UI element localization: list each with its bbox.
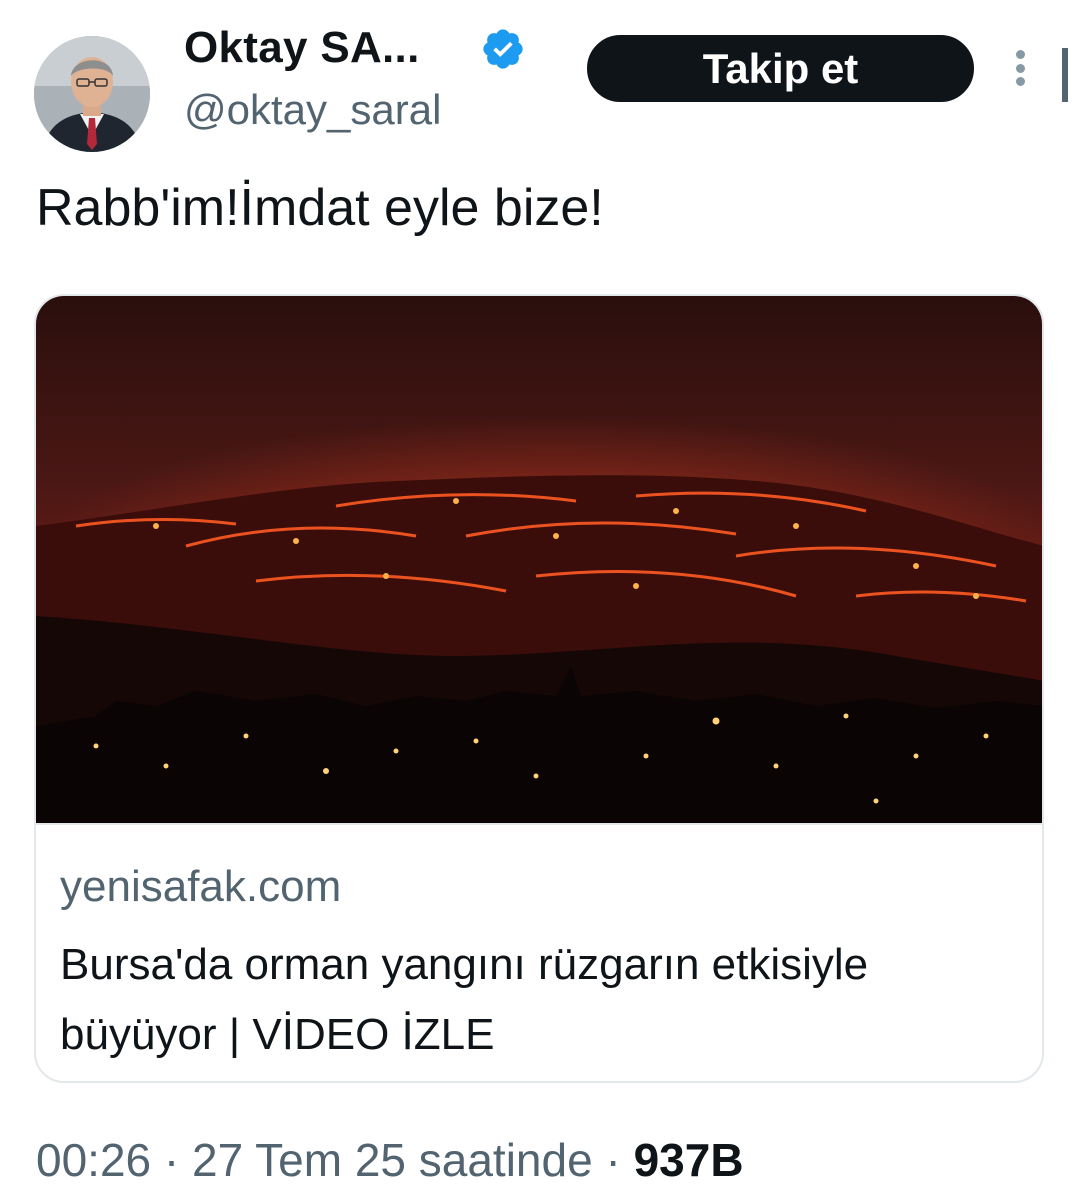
scrollbar xyxy=(1062,48,1068,102)
card-divider xyxy=(36,823,1042,825)
meta-separator: · xyxy=(605,1134,621,1186)
view-count[interactable]: 937B xyxy=(634,1134,744,1186)
link-domain: yenisafak.com xyxy=(60,862,342,911)
verified-badge-icon xyxy=(480,26,526,72)
follow-button[interactable]: Takip et xyxy=(587,35,974,102)
tweet-meta: 00:26 · 27 Tem 25 saatinde · 937B xyxy=(36,1132,744,1188)
display-name[interactable]: Oktay SA... xyxy=(184,22,420,74)
meta-separator: · xyxy=(163,1134,180,1186)
link-card[interactable]: yenisafak.com Bursa'da orman yangını rüz… xyxy=(34,294,1044,1083)
tweet-text: Rabb'im!İmdat eyle bize! xyxy=(36,179,604,237)
avatar[interactable] xyxy=(34,36,150,152)
link-title[interactable]: Bursa'da orman yangını rüzgarın etkisiyl… xyxy=(60,930,1020,1070)
more-vertical-icon[interactable] xyxy=(1003,46,1037,90)
forest-fire-photo[interactable] xyxy=(36,296,1042,823)
user-handle[interactable]: @oktay_saral xyxy=(184,84,441,136)
tweet-time[interactable]: 00:26 xyxy=(36,1134,151,1186)
tweet-view: Oktay SA... @oktay_saral Takip et Rabb'i… xyxy=(0,0,1076,1200)
tweet-date[interactable]: 27 Tem 25 saatinde xyxy=(192,1134,593,1186)
